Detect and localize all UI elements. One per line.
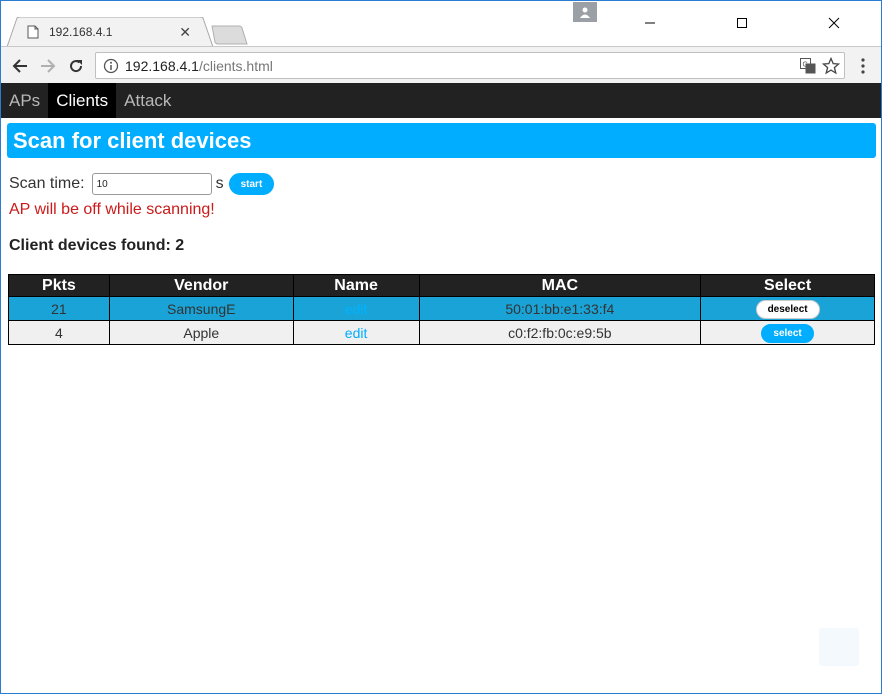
browser-toolbar: 192.168.4.1/clients.html G	[1, 46, 881, 83]
header-mac: MAC	[418, 274, 702, 297]
back-arrow-icon	[12, 59, 27, 73]
browser-menu-button[interactable]	[853, 55, 873, 77]
info-icon[interactable]	[103, 58, 119, 74]
url-host: 192.168.4.1	[125, 58, 199, 74]
minimize-button[interactable]	[627, 9, 673, 37]
nav-item-aps[interactable]: APs	[1, 83, 48, 118]
table-row: 21 SamsungE edit 50:01:bb:e1:33:f4 desel…	[8, 296, 875, 321]
start-button[interactable]: start	[228, 173, 275, 195]
active-tab[interactable]: 192.168.4.1 ✕	[15, 18, 203, 46]
cell-pkts: 4	[8, 320, 110, 345]
page-icon	[27, 25, 39, 39]
page-title: Scan for client devices	[7, 123, 876, 158]
bookmark-star-icon[interactable]	[822, 57, 840, 75]
forward-arrow-icon	[41, 59, 56, 73]
kebab-menu-icon	[861, 58, 865, 74]
cell-mac: c0:f2:fb:0c:e9:5b	[418, 320, 702, 345]
maximize-icon	[737, 18, 747, 28]
tab-title: 192.168.4.1	[49, 25, 113, 39]
header-pkts: Pkts	[8, 274, 110, 297]
scan-time-input[interactable]	[91, 173, 212, 195]
header-select: Select	[700, 274, 875, 297]
scan-time-label: Scan time:	[9, 175, 85, 192]
page-content: APs Clients Attack Scan for client devic…	[1, 83, 881, 693]
table-row: 4 Apple edit c0:f2:fb:0c:e9:5b select	[8, 320, 875, 345]
cell-name: edit	[292, 320, 420, 345]
svg-text:G: G	[803, 62, 808, 69]
url-path: /clients.html	[198, 58, 273, 74]
browser-window: 192.168.4.1 ✕ 192.168.4.1/clients.html G…	[0, 0, 882, 694]
cell-pkts: 21	[8, 296, 110, 321]
close-window-button[interactable]	[811, 9, 857, 37]
header-vendor: Vendor	[108, 274, 294, 297]
cell-mac: 50:01:bb:e1:33:f4	[418, 296, 702, 321]
reload-button[interactable]	[65, 55, 87, 77]
edit-name-link[interactable]: edit	[345, 301, 368, 317]
new-tab-button[interactable]	[209, 25, 249, 45]
cell-vendor: SamsungE	[108, 296, 294, 321]
select-button[interactable]: select	[761, 323, 814, 343]
address-bar[interactable]: 192.168.4.1/clients.html G	[95, 52, 845, 79]
close-icon	[828, 17, 840, 29]
scan-time-row: Scan time: s start	[9, 172, 275, 196]
nav-item-attack[interactable]: Attack	[116, 83, 179, 118]
cell-name: edit	[292, 296, 420, 321]
faint-overlay-widget	[819, 628, 859, 666]
deselect-button[interactable]: deselect	[755, 299, 820, 319]
url-text: 192.168.4.1/clients.html	[125, 58, 273, 74]
devices-found-count: Client devices found: 2	[9, 237, 185, 254]
forward-button[interactable]	[37, 55, 59, 77]
header-name: Name	[292, 274, 420, 297]
title-bar: 192.168.4.1 ✕	[1, 1, 881, 47]
table-header-row: Pkts Vendor Name MAC Select	[8, 274, 875, 297]
scan-time-unit: s	[215, 175, 224, 192]
nav-item-clients[interactable]: Clients	[48, 83, 117, 118]
edit-name-link[interactable]: edit	[345, 325, 368, 341]
clients-table: Pkts Vendor Name MAC Select 21 SamsungE …	[8, 274, 875, 345]
cell-select: deselect	[700, 296, 875, 321]
cell-select: select	[700, 320, 875, 345]
translate-icon[interactable]: G	[800, 58, 816, 74]
scan-warning: AP will be off while scanning!	[9, 201, 215, 218]
reload-icon	[70, 60, 83, 73]
minimize-icon	[645, 22, 655, 24]
back-button[interactable]	[9, 55, 31, 77]
site-navbar: APs Clients Attack	[1, 83, 881, 118]
maximize-button[interactable]	[719, 9, 765, 37]
cell-vendor: Apple	[108, 320, 294, 345]
tab-close-icon[interactable]: ✕	[179, 25, 191, 39]
profile-icon[interactable]	[573, 2, 597, 22]
